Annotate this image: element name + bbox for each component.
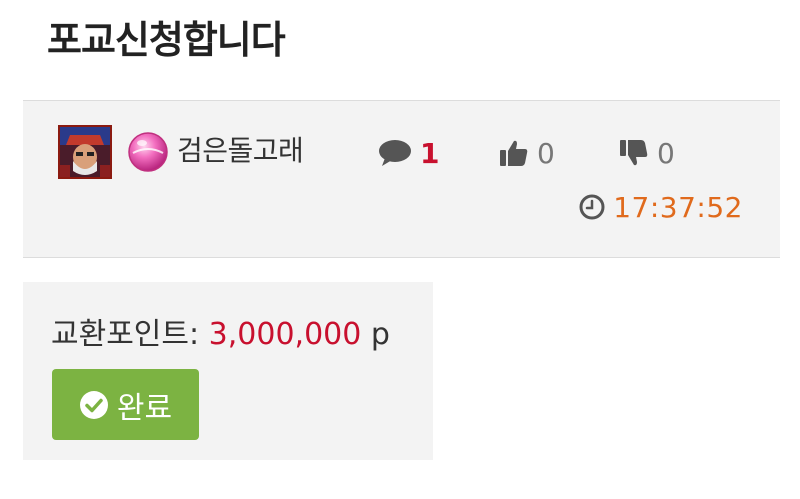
comment-icon [379, 140, 411, 166]
thumbs-up-icon [500, 140, 528, 166]
pink-orb-icon [127, 131, 169, 173]
dislike-count: 0 [657, 136, 675, 170]
comment-count[interactable]: 1 [378, 131, 439, 175]
like-count: 0 [537, 136, 555, 170]
check-circle-icon [79, 390, 108, 419]
dislike-button[interactable]: 0 [619, 131, 675, 175]
post-time-value: 17:37:52 [613, 190, 743, 224]
thumbs-down-icon [620, 140, 648, 166]
page-title: 포교신청합니다 [47, 18, 286, 62]
post-time: 17:37:52 [579, 185, 743, 229]
exchange-points-label: 교환포인트: [51, 317, 200, 352]
user-avatar-icon[interactable] [58, 125, 112, 179]
complete-status-button[interactable]: 완료 [52, 369, 199, 440]
complete-status-label: 완료 [116, 390, 173, 426]
exchange-points-value: 3,000,000 [208, 317, 362, 352]
clock-icon [579, 194, 605, 220]
author-name[interactable]: 검은돌고래 [177, 129, 304, 173]
exchange-points-unit: p [370, 317, 390, 352]
comment-count-value: 1 [420, 136, 440, 170]
like-button[interactable]: 0 [499, 131, 555, 175]
page: 포교신청합니다 검은돌고래 1 0 0 17:37:52 교환포인트: 3,00… [0, 0, 800, 499]
post-meta-panel: 검은돌고래 1 0 0 17:37:52 [23, 100, 780, 258]
exchange-points: 교환포인트: 3,000,000 p [51, 312, 390, 358]
exchange-panel: 교환포인트: 3,000,000 p 완료 [23, 282, 433, 460]
